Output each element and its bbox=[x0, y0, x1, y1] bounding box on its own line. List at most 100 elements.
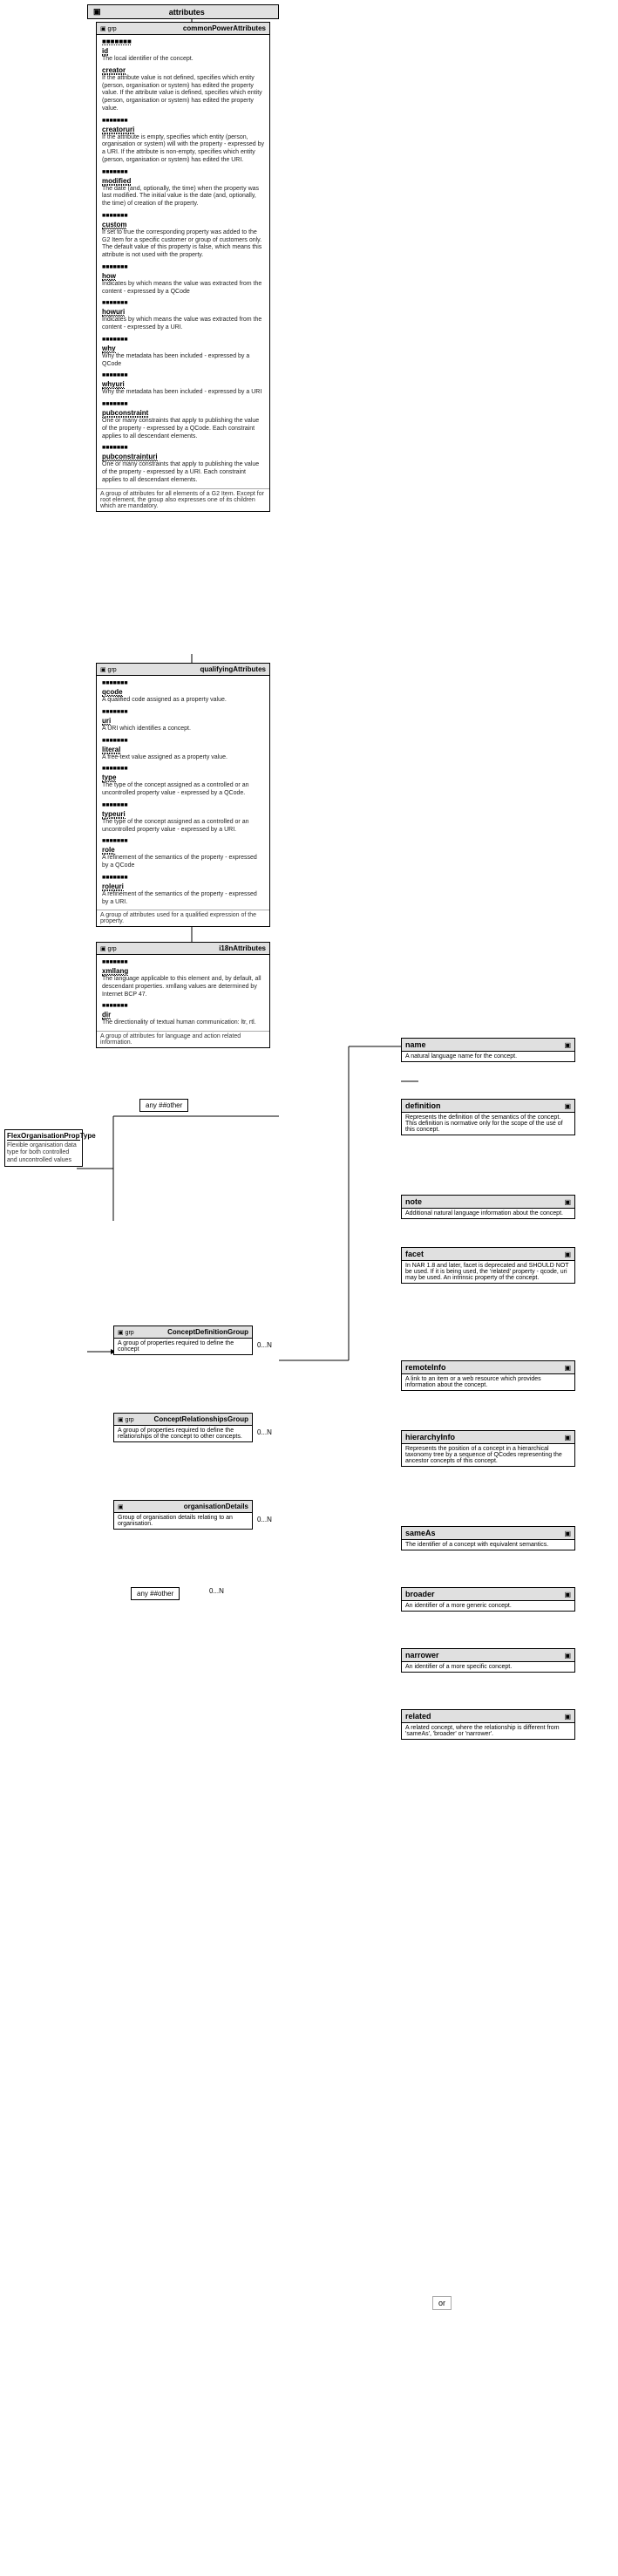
qa-field-roleuri-dots: ■■■■■■■ bbox=[98, 872, 268, 882]
broader-prop-header: broader ▣ bbox=[402, 1588, 574, 1601]
narrower-prop-header: narrower ▣ bbox=[402, 1649, 574, 1662]
field-pubconstrainturi-dots: ■■■■■■■ bbox=[98, 442, 268, 452]
common-power-attributes-box: ▣ grp commonPowerAttributes ■■■■■■■ id T… bbox=[96, 22, 270, 512]
note-expand-icon[interactable]: ▣ bbox=[564, 1198, 571, 1206]
field-whyuri-label: whyuri bbox=[98, 379, 268, 389]
whyuri-field-desc: Why the metadata has been included - exp… bbox=[98, 389, 268, 399]
sameas-expand-icon[interactable]: ▣ bbox=[564, 1530, 571, 1537]
field-why-dots: ■■■■■■■ bbox=[98, 334, 268, 344]
org-details-box: ▣ organisationDetails Group of organisat… bbox=[113, 1500, 253, 1530]
related-prop-desc: A related concept, where the relationshi… bbox=[402, 1723, 574, 1739]
facet-prop-box: facet ▣ In NAR 1.8 and later, facet is d… bbox=[401, 1247, 575, 1284]
custom-field-desc: If set to true the corresponding propert… bbox=[98, 229, 268, 262]
pubconstrainturi-field-desc: One or many constraints that apply to pu… bbox=[98, 461, 268, 486]
name-prop-box: name ▣ A natural language name for the c… bbox=[401, 1038, 575, 1062]
i18n-field-xmllang: xmllang bbox=[98, 966, 268, 976]
any-other-bottom-label: any ##other bbox=[137, 1590, 173, 1598]
qa-field-qcode-dots: ■■■■■■■ bbox=[98, 678, 268, 687]
whyuri-field-name: whyuri bbox=[102, 380, 125, 389]
i18n-grp-icon: ▣ grp bbox=[100, 945, 117, 952]
sameas-prop-box: sameAs ▣ The identifier of a concept wit… bbox=[401, 1526, 575, 1550]
note-prop-box: note ▣ Additional natural language infor… bbox=[401, 1195, 575, 1219]
narrower-expand-icon[interactable]: ▣ bbox=[564, 1652, 571, 1659]
field-modified-label: modified bbox=[98, 176, 268, 186]
hierarchyinfo-prop-title: hierarchyInfo bbox=[405, 1433, 455, 1441]
concept-def-group-box: ▣ grp ConceptDefinitionGroup A group of … bbox=[113, 1325, 253, 1355]
why-field-name: why bbox=[102, 344, 116, 353]
qa-field-roleuri: roleuri bbox=[98, 882, 268, 891]
any-other-box: any ##other bbox=[139, 1099, 188, 1112]
type-field-desc: The type of the concept assigned as a co… bbox=[98, 782, 268, 800]
field-creatoruri-label: creatoruri bbox=[98, 125, 268, 134]
field-how-label: how bbox=[98, 271, 268, 281]
field-howuri-dots: ■■■■■■■ bbox=[98, 297, 268, 307]
broader-expand-icon[interactable]: ▣ bbox=[564, 1591, 571, 1598]
field-whyuri-dots: ■■■■■■■ bbox=[98, 370, 268, 379]
uri-field-name: uri bbox=[102, 717, 111, 726]
howuri-field-desc: Indicates by which means the value was e… bbox=[98, 317, 268, 334]
sameas-prop-title: sameAs bbox=[405, 1529, 436, 1537]
concept-def-group-title: ConceptDefinitionGroup bbox=[167, 1328, 248, 1336]
broader-prop-title: broader bbox=[405, 1590, 435, 1598]
related-prop-header: related ▣ bbox=[402, 1710, 574, 1723]
id-field-desc: The local identifier of the concept. bbox=[98, 56, 268, 65]
definition-expand-icon[interactable]: ▣ bbox=[564, 1102, 571, 1110]
qa-field-uri: uri bbox=[98, 716, 268, 726]
qa-field-type: type bbox=[98, 773, 268, 782]
how-dots: ■■■■■■■ bbox=[102, 264, 128, 270]
facet-expand-icon[interactable]: ▣ bbox=[564, 1251, 571, 1258]
xmllang-field-name: xmllang bbox=[102, 967, 128, 976]
qualifying-section-note: A group of attributes used for a qualifi… bbox=[97, 910, 269, 926]
field-id: ■■■■■■■ bbox=[98, 37, 268, 46]
creatoruri-field-desc: If the attribute is empty, specifies whi… bbox=[98, 134, 268, 167]
literal-field-name: literal bbox=[102, 746, 120, 754]
related-prop-title: related bbox=[405, 1712, 431, 1721]
collapse-icon[interactable]: ▣ bbox=[93, 7, 101, 17]
grp-icon: ▣ grp bbox=[100, 25, 117, 32]
qcode-field-name: qcode bbox=[102, 688, 123, 697]
concept-def-group-desc: A group of properties required to define… bbox=[114, 1339, 252, 1354]
concept-def-multiplicity: 0...N bbox=[257, 1341, 272, 1349]
role-field-name: role bbox=[102, 846, 115, 855]
howuri-field-name: howuri bbox=[102, 308, 125, 317]
hierarchyinfo-prop-box: hierarchyInfo ▣ Represents the position … bbox=[401, 1430, 575, 1467]
modified-field-name: modified bbox=[102, 177, 131, 186]
org-details-header: ▣ organisationDetails bbox=[114, 1501, 252, 1513]
uri-field-desc: A URI which identifies a concept. bbox=[98, 726, 268, 735]
broader-prop-box: broader ▣ An identifier of a more generi… bbox=[401, 1587, 575, 1612]
concept-rel-group-desc: A group of properties required to define… bbox=[114, 1426, 252, 1441]
definition-prop-title: definition bbox=[405, 1101, 441, 1110]
qa-field-type-dots: ■■■■■■■ bbox=[98, 763, 268, 773]
related-expand-icon[interactable]: ▣ bbox=[564, 1713, 571, 1721]
dir-field-name: dir bbox=[102, 1011, 111, 1019]
concept-rel-multiplicity: 0...N bbox=[257, 1428, 272, 1436]
flex-label-title: FlexOrganisationPropType bbox=[7, 1132, 80, 1141]
common-section-note: A group of attributes for all elements o… bbox=[97, 488, 269, 511]
related-prop-box: related ▣ A related concept, where the r… bbox=[401, 1709, 575, 1740]
how-field-name: how bbox=[102, 272, 116, 281]
field-why-label: why bbox=[98, 344, 268, 353]
name-expand-icon[interactable]: ▣ bbox=[564, 1041, 571, 1049]
literal-field-desc: A free-text value assigned as a property… bbox=[98, 754, 268, 764]
remoteinfo-expand-icon[interactable]: ▣ bbox=[564, 1364, 571, 1372]
facet-prop-header: facet ▣ bbox=[402, 1248, 574, 1261]
whyuri-dots: ■■■■■■■ bbox=[102, 372, 128, 378]
sameas-prop-desc: The identifier of a concept with equival… bbox=[402, 1540, 574, 1550]
field-pubconstraint-dots: ■■■■■■■ bbox=[98, 399, 268, 408]
common-power-attributes-header: ▣ grp commonPowerAttributes bbox=[97, 23, 269, 35]
remoteinfo-prop-box: remoteInfo ▣ A link to an item or a web … bbox=[401, 1360, 575, 1391]
qa-field-literal-dots: ■■■■■■■ bbox=[98, 735, 268, 745]
id-field-name: id bbox=[102, 47, 108, 56]
creatoruri-dots: ■■■■■■■ bbox=[102, 118, 128, 124]
creator-field-name: creator bbox=[102, 66, 126, 75]
hierarchyinfo-expand-icon[interactable]: ▣ bbox=[564, 1434, 571, 1441]
typeuri-field-desc: The type of the concept assigned as a co… bbox=[98, 819, 268, 836]
pubconstraint-field-name: pubconstraint bbox=[102, 409, 148, 418]
qa-field-role: role bbox=[98, 845, 268, 855]
creatoruri-field-name: creatoruri bbox=[102, 126, 134, 134]
qualifying-attributes-title: qualifyingAttributes bbox=[200, 665, 266, 673]
i18n-field-dir-dots: ■■■■■■■ bbox=[98, 1000, 268, 1010]
qa-field-typeuri: typeuri bbox=[98, 809, 268, 819]
roleuri-field-desc: A refinement of the semantics of the pro… bbox=[98, 891, 268, 909]
note-prop-title: note bbox=[405, 1197, 422, 1206]
